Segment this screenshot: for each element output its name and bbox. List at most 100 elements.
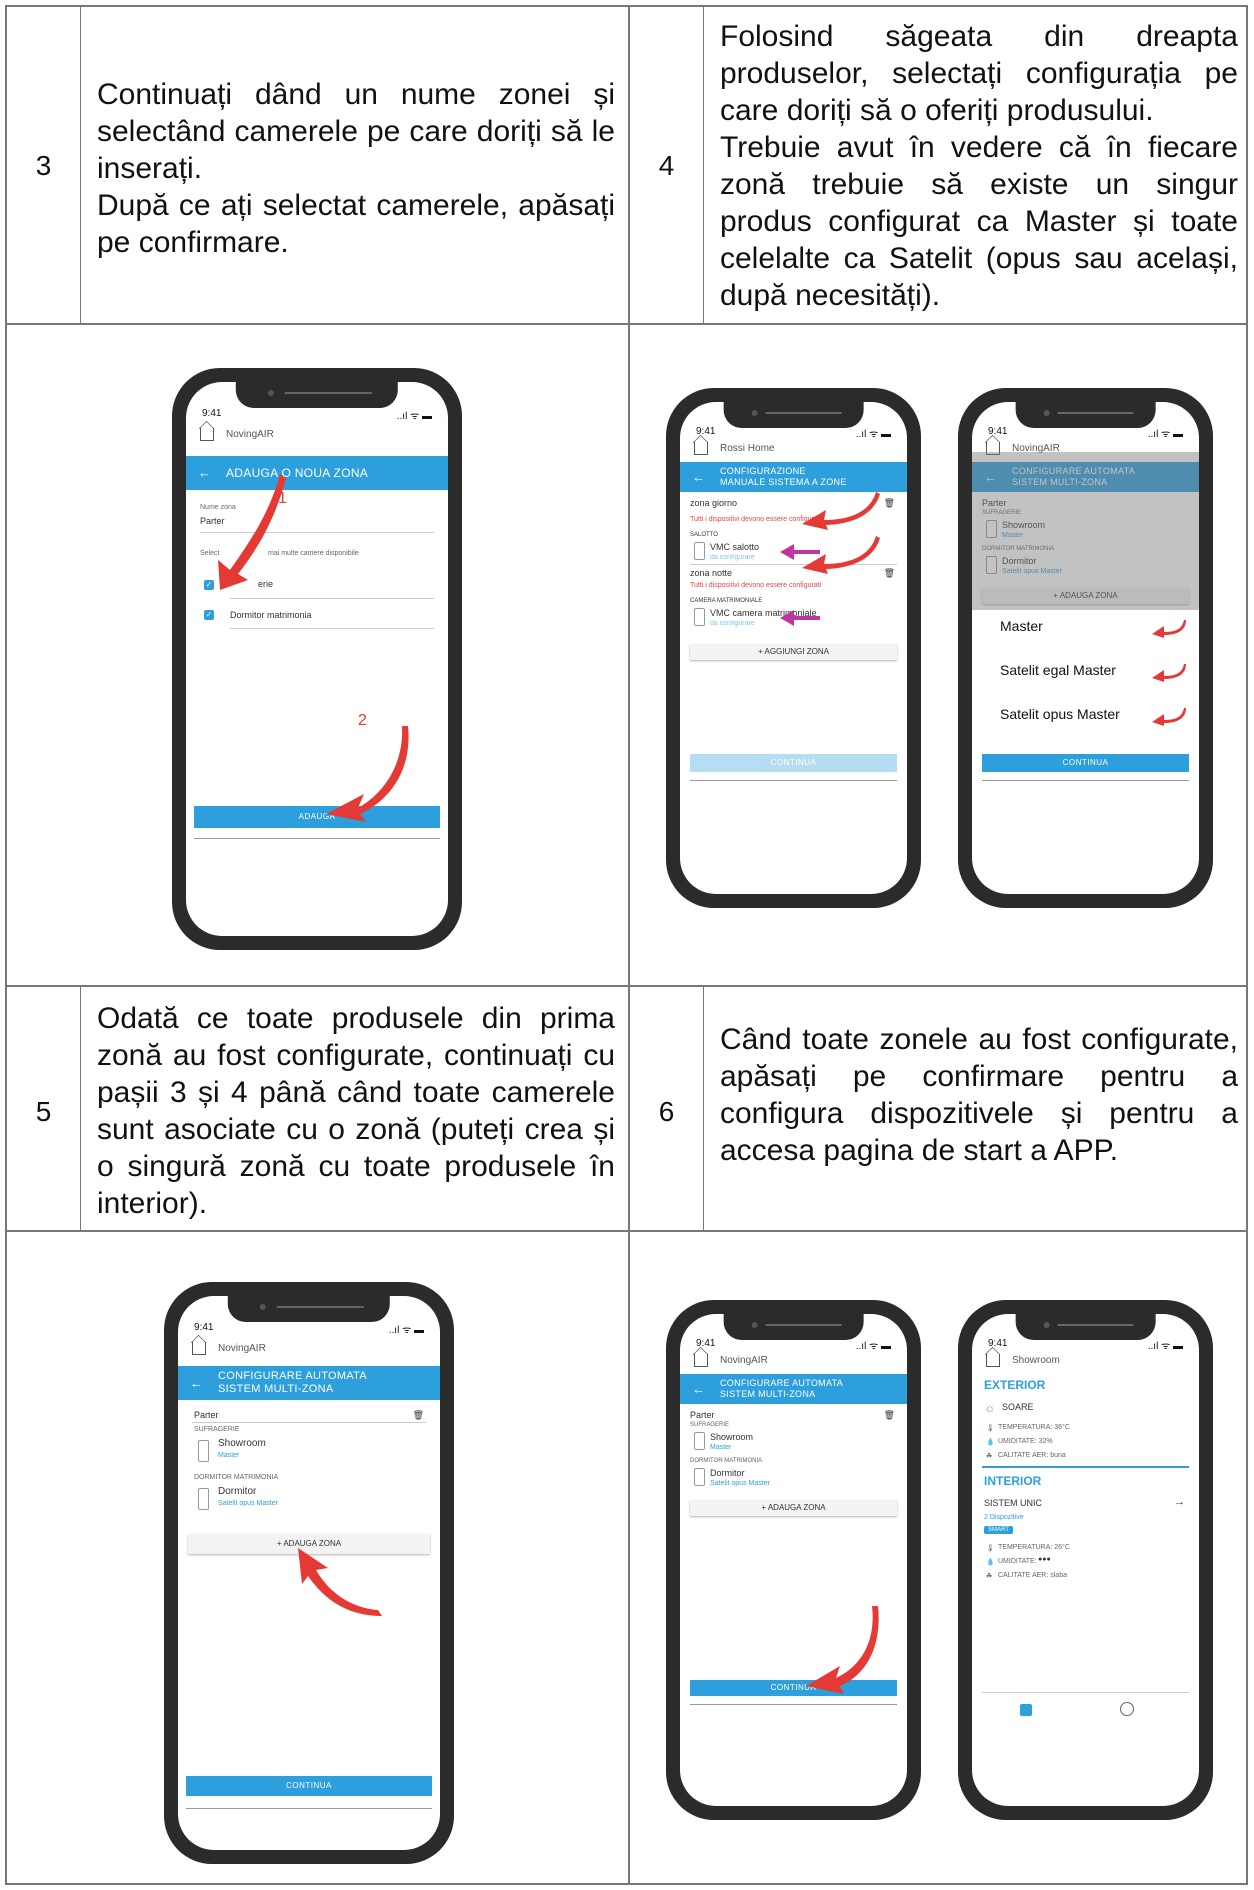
smart-badge: SMART xyxy=(984,1526,1013,1534)
phone-mockup-config-menu: 9:41 ..ıl ᯤ ▬ NovingAIR ← CONFIGURARE AUTO… xyxy=(958,388,1213,908)
interior-title: INTERIOR xyxy=(984,1474,1042,1488)
red-arrow-icon xyxy=(1152,664,1186,682)
add-zone-button[interactable]: + ADAUGA ZONA xyxy=(690,1500,897,1516)
signal-icon: ..ıl ᯤ ▬ xyxy=(388,1325,424,1336)
table-divider-center xyxy=(628,5,630,1885)
home-header[interactable]: NovingAIR xyxy=(694,1354,768,1367)
exterior-air-quality: CALITATE AER: buna xyxy=(998,1452,1066,1459)
divider xyxy=(192,1422,426,1423)
exterior-title: EXTERIOR xyxy=(984,1378,1046,1392)
weather-label: SOARE xyxy=(1002,1402,1034,1412)
back-arrow-icon[interactable]: ← xyxy=(692,1383,705,1396)
room-label: SUFRAGERIE xyxy=(690,1422,730,1428)
back-arrow-icon[interactable]: ← xyxy=(190,1377,203,1390)
room-label: SUFRAGERIE xyxy=(194,1426,240,1433)
continue-button[interactable]: CONTINUA xyxy=(690,754,897,772)
divider xyxy=(194,838,440,839)
header-bar: ← CONFIGURARE AUTOMATA SISTEM MULTI-ZONA xyxy=(178,1366,440,1400)
home-header[interactable]: NovingAIR xyxy=(192,1342,266,1355)
status-bar: 9:41 ..ıl ᯤ ▬ xyxy=(696,1338,891,1352)
sun-icon: ☼ xyxy=(984,1400,996,1415)
continue-button[interactable]: CONTINUA xyxy=(982,754,1189,772)
divider xyxy=(230,598,434,599)
home-icon xyxy=(192,1342,206,1355)
thermometer-icon: 🌡 xyxy=(986,1545,995,1552)
device-icon xyxy=(694,1468,705,1486)
air-quality-icon: ☘ xyxy=(986,1573,993,1580)
continue-button[interactable]: CONTINUA xyxy=(186,1776,432,1796)
table-border-left xyxy=(5,5,7,1885)
arrow-right-icon[interactable]: → xyxy=(1174,1496,1185,1508)
table-divider xyxy=(703,985,704,1230)
step-number: 3 xyxy=(35,150,52,181)
profile-tab-icon[interactable] xyxy=(1120,1702,1134,1716)
red-arrow-icon xyxy=(298,1548,382,1616)
humidity-drops-icon: ●●● xyxy=(1038,1556,1051,1563)
instruction-table: 3 Continuați dând un nume zonei și selec… xyxy=(0,0,1254,1890)
phone-screen: 9:41 ..ıl ᯤ ▬ NovingAIR ← CONFIGURARE AUTO… xyxy=(178,1296,440,1850)
menu-item-master[interactable]: Master xyxy=(1000,618,1043,634)
trash-icon[interactable]: 🗑 xyxy=(413,1410,424,1421)
trash-icon[interactable]: 🗑 xyxy=(884,568,895,579)
table-divider xyxy=(80,985,81,1230)
warning-text: Tutti i dispositivi devono essere config… xyxy=(690,582,822,589)
home-title: NovingAIR xyxy=(218,1343,266,1354)
home-title: NovingAIR xyxy=(226,429,274,440)
phone-notch xyxy=(723,402,864,428)
status-bar: 9:41 ..ıl ᯤ ▬ xyxy=(696,426,891,440)
device-name[interactable]: Dormitor xyxy=(218,1486,256,1497)
home-header[interactable]: Showroom xyxy=(986,1354,1060,1367)
interior-temperature: TEMPERATURA: 26°C xyxy=(998,1544,1070,1551)
device-status: da configurare xyxy=(710,554,755,561)
home-tab-icon[interactable] xyxy=(1020,1704,1032,1716)
step-4-text: Folosind săgeata din dreapta produselor,… xyxy=(720,18,1238,314)
device-name[interactable]: Showroom xyxy=(710,1432,753,1442)
device-name[interactable]: Showroom xyxy=(218,1438,266,1449)
thermometer-icon: 🌡 xyxy=(986,1425,995,1432)
system-label[interactable]: SISTEM UNIC xyxy=(984,1498,1042,1508)
device-name[interactable]: Dormitor xyxy=(710,1468,745,1478)
phone-screen: 9:41 ..ıl ᯤ ▬ Showroom EXTERIOR ☼ SOARE 🌡… xyxy=(972,1314,1199,1806)
red-arrow-icon xyxy=(806,1606,879,1694)
phone-mockup-home: 9:41 ..ıl ᯤ ▬ Showroom EXTERIOR ☼ SOARE 🌡… xyxy=(958,1300,1213,1820)
header-title: CONFIGURAZIONE xyxy=(720,466,806,476)
zone-name: zona notte xyxy=(690,568,733,578)
room-label: CAMERA MATRIMONIALE xyxy=(690,598,763,604)
phone-notch xyxy=(235,382,399,408)
table-border-right xyxy=(1246,5,1248,1885)
room-label: DORMITOR MATRIMONIA xyxy=(690,1458,763,1464)
exterior-humidity: UMIDITATE: 32% xyxy=(998,1438,1053,1445)
status-time: 9:41 xyxy=(202,408,222,419)
status-bar: 9:41 ..ıl ᯤ ▬ xyxy=(988,1338,1183,1352)
signal-icon: ..ıl ᯤ ▬ xyxy=(1147,1341,1183,1352)
divider xyxy=(186,1808,432,1809)
header-title: CONFIGURARE AUTOMATA xyxy=(720,1378,844,1388)
back-arrow-icon[interactable]: ← xyxy=(692,471,705,484)
trash-icon[interactable]: 🗑 xyxy=(884,1410,895,1421)
step-marker: 2 xyxy=(358,712,367,729)
device-role: Satelit opus Master xyxy=(710,1480,770,1487)
interior-humidity: UMIDITATE: xyxy=(998,1558,1037,1565)
menu-item-satelit-opus[interactable]: Satelit opus Master xyxy=(1000,706,1120,722)
add-zone-button[interactable]: + AGGIUNGI ZONA xyxy=(690,644,897,660)
menu-item-satelit-egal[interactable]: Satelit egal Master xyxy=(1000,662,1116,678)
step-5-text: Odată ce toate produsele din prima zonă … xyxy=(97,1000,615,1222)
red-arrow-icon xyxy=(802,492,880,530)
trash-icon[interactable]: 🗑 xyxy=(884,498,895,509)
step-3-text: Continuați dând un nume zonei și selectâ… xyxy=(97,76,615,261)
phone-mockup-multi-zone: 9:41 ..ıl ᯤ ▬ NovingAIR ← CONFIGURARE AUTO… xyxy=(164,1282,454,1864)
status-bar: 9:41 ..ıl ᯤ ▬ xyxy=(988,426,1183,440)
table-row-divider xyxy=(5,985,1248,987)
step-4-line: Folosind săgeata din dreapta produselor,… xyxy=(720,20,1238,127)
header-subtitle: SISTEM MULTI-ZONA xyxy=(218,1383,334,1395)
room-label: SALOTTO xyxy=(690,532,718,538)
device-name[interactable]: VMC salotto xyxy=(710,542,759,552)
status-bar: 9:41 ..ıl ᯤ ▬ xyxy=(194,1322,424,1336)
home-header[interactable]: Rossi Home xyxy=(694,442,774,455)
room-option[interactable]: Dormitor matrimonia xyxy=(230,610,312,620)
home-header[interactable]: NovingAIR xyxy=(200,428,274,441)
checkbox-checked[interactable]: ✓ xyxy=(204,610,214,620)
red-arrow-icon xyxy=(1152,620,1186,638)
config-menu: Master Satelit egal Master Satelit opus … xyxy=(972,610,1199,744)
status-time: 9:41 xyxy=(194,1322,214,1333)
